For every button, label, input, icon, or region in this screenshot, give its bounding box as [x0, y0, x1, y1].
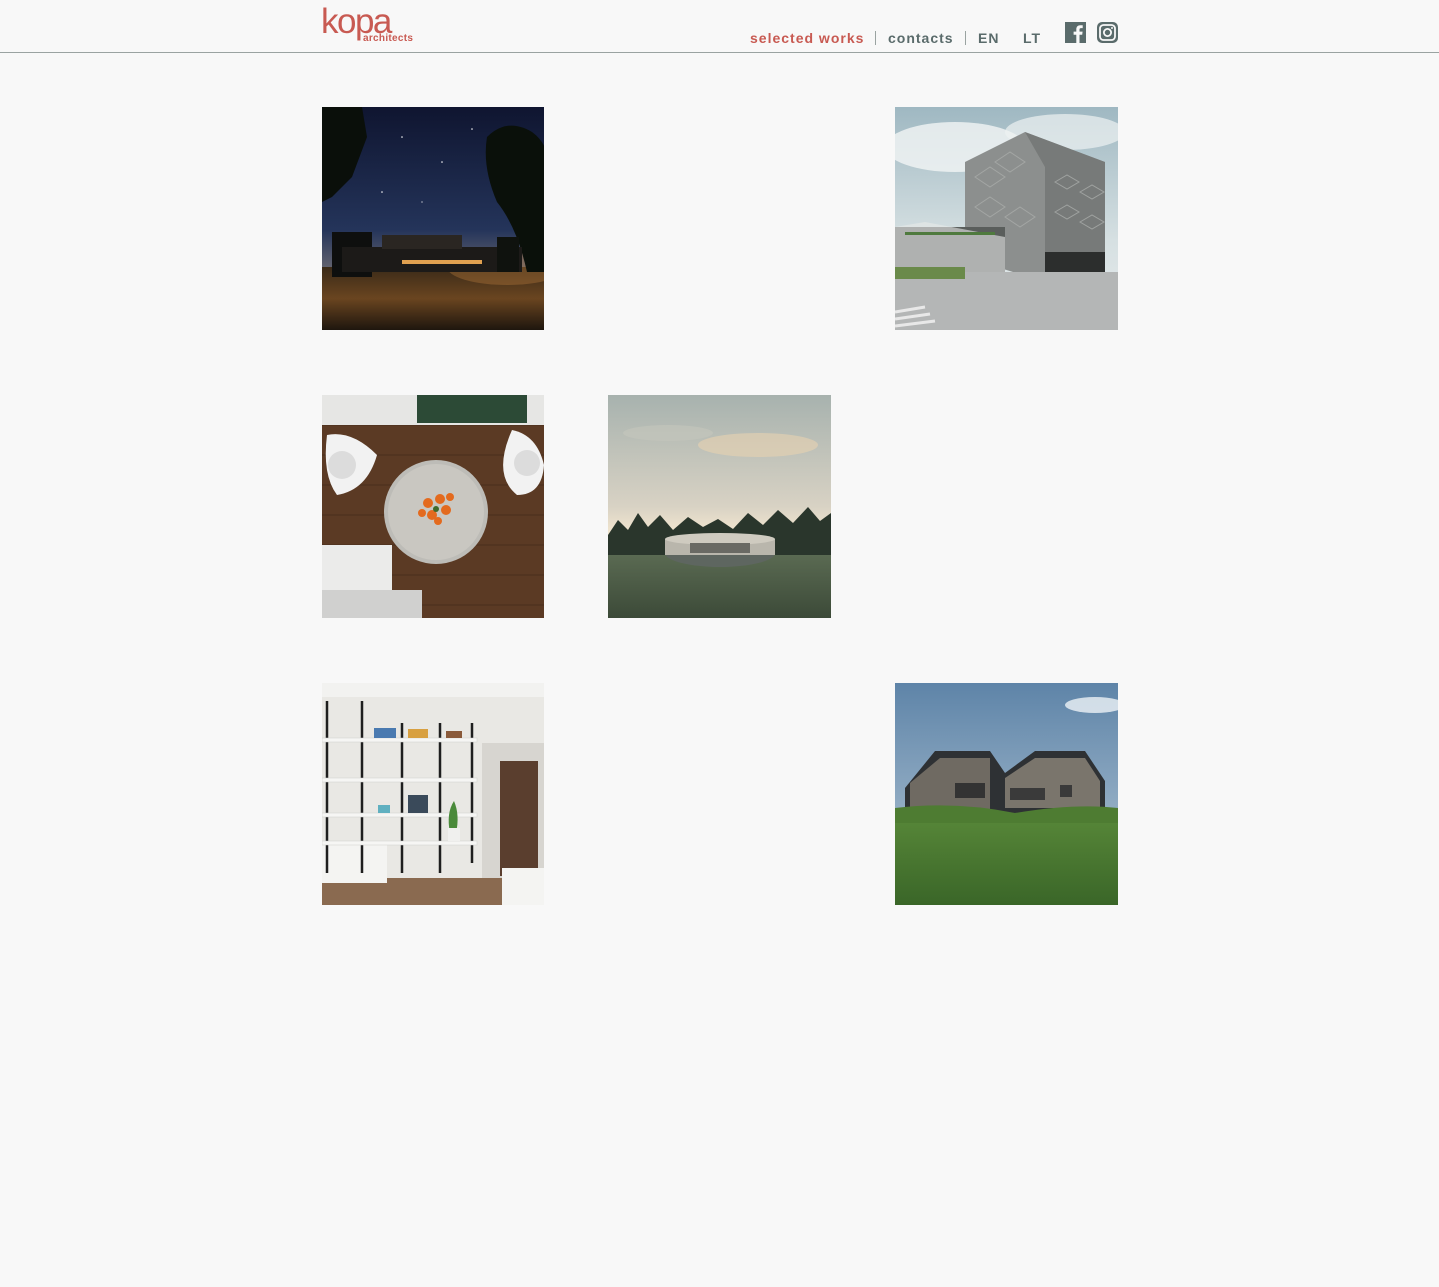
- work-tile-circular-pavilion[interactable]: [608, 395, 831, 618]
- instagram-icon[interactable]: [1097, 22, 1118, 43]
- work-tile-dining-interior[interactable]: [322, 395, 544, 618]
- nav-lang-lt[interactable]: LT: [1023, 30, 1041, 46]
- dining-interior-image: [322, 395, 544, 618]
- nav-divider: [965, 31, 966, 45]
- work-tile-office-building[interactable]: [895, 107, 1118, 330]
- logo-subtitle: architects: [363, 33, 414, 44]
- work-tile-countryside-house[interactable]: [895, 683, 1118, 905]
- shelving-interior-image: [322, 683, 544, 905]
- night-house-image: [322, 107, 544, 330]
- kopa-logo[interactable]: kopa architects: [321, 2, 421, 46]
- work-tile-shelving-interior[interactable]: [322, 683, 544, 905]
- facebook-icon[interactable]: [1065, 22, 1086, 43]
- nav-lang-en[interactable]: EN: [978, 30, 999, 46]
- office-building-image: [895, 107, 1118, 330]
- work-tile-night-house[interactable]: [322, 107, 544, 330]
- nav-contacts[interactable]: contacts: [888, 30, 954, 46]
- circular-pavilion-image: [608, 395, 831, 618]
- countryside-house-image: [895, 683, 1118, 905]
- nav-selected-works[interactable]: selected works: [750, 30, 864, 46]
- nav-divider: [875, 31, 876, 45]
- site-header: kopa architects selected works contacts …: [0, 0, 1439, 53]
